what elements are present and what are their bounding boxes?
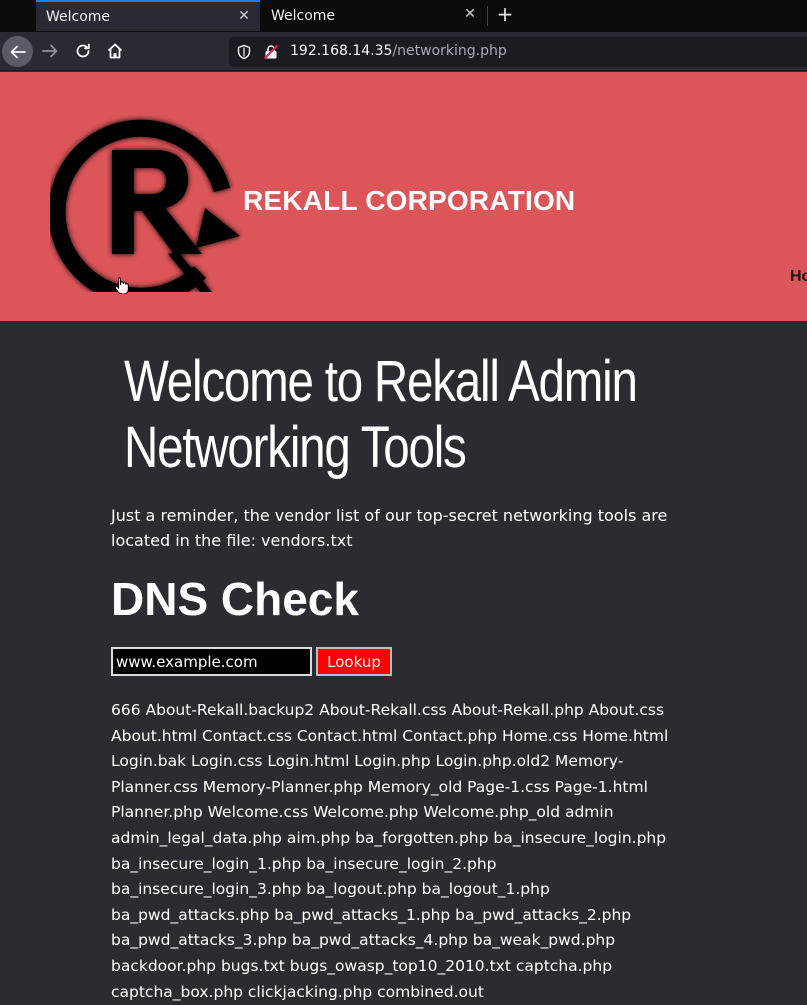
tab-welcome-active[interactable]: Welcome ✕ xyxy=(36,0,260,31)
tracking-shield-icon[interactable] xyxy=(236,44,252,60)
url-text[interactable]: 192.168.14.35/networking.php xyxy=(290,43,507,59)
browser-tab-strip: Welcome ✕ Welcome ✕ + xyxy=(0,0,807,32)
forward-button[interactable] xyxy=(36,37,64,65)
tab-divider xyxy=(487,6,488,26)
brand-name[interactable]: REKALL CORPORATION xyxy=(243,185,575,217)
home-button[interactable] xyxy=(101,37,129,65)
reload-icon xyxy=(76,43,90,58)
insecure-lock-icon[interactable] xyxy=(263,44,279,60)
tab-title: Welcome xyxy=(271,7,336,24)
close-tab-icon[interactable]: ✕ xyxy=(236,8,252,24)
nav-link-home[interactable]: Ho xyxy=(790,268,807,286)
url-path: /networking.php xyxy=(392,43,507,59)
hand-pointer-icon xyxy=(114,277,129,294)
tab-title: Welcome xyxy=(46,8,111,25)
page-title-line-1: Welcome to Rekall Admin xyxy=(124,349,638,414)
main-content: Welcome to Rekall Admin Networking Tools… xyxy=(0,321,807,1001)
lookup-results-text: 666 About-Rekall.backup2 About-Rekall.cs… xyxy=(111,701,669,1001)
tab-welcome[interactable]: Welcome ✕ xyxy=(261,0,486,31)
dns-lookup-input[interactable] xyxy=(111,647,312,676)
vendor-reminder-text: Just a reminder, the vendor list of our … xyxy=(111,506,668,550)
dns-check-heading: DNS Check xyxy=(111,573,359,625)
back-button[interactable] xyxy=(2,36,33,67)
page-title-line-2: Networking Tools xyxy=(124,415,467,480)
reload-button[interactable] xyxy=(69,37,97,65)
browser-toolbar: 192.168.14.35/networking.php xyxy=(0,32,807,71)
arrow-left-icon xyxy=(10,45,26,58)
close-tab-icon[interactable]: ✕ xyxy=(462,6,478,22)
url-host: 192.168.14.35 xyxy=(290,43,393,59)
page-title: Welcome to Rekall Admin Networking Tools xyxy=(124,349,638,481)
arrow-right-icon xyxy=(42,44,58,58)
lookup-button[interactable]: Lookup xyxy=(316,647,392,676)
new-tab-button[interactable]: + xyxy=(493,2,517,28)
rekall-logo-icon[interactable] xyxy=(50,102,245,292)
home-icon xyxy=(107,43,123,59)
address-bar[interactable]: 192.168.14.35/networking.php xyxy=(229,37,807,67)
